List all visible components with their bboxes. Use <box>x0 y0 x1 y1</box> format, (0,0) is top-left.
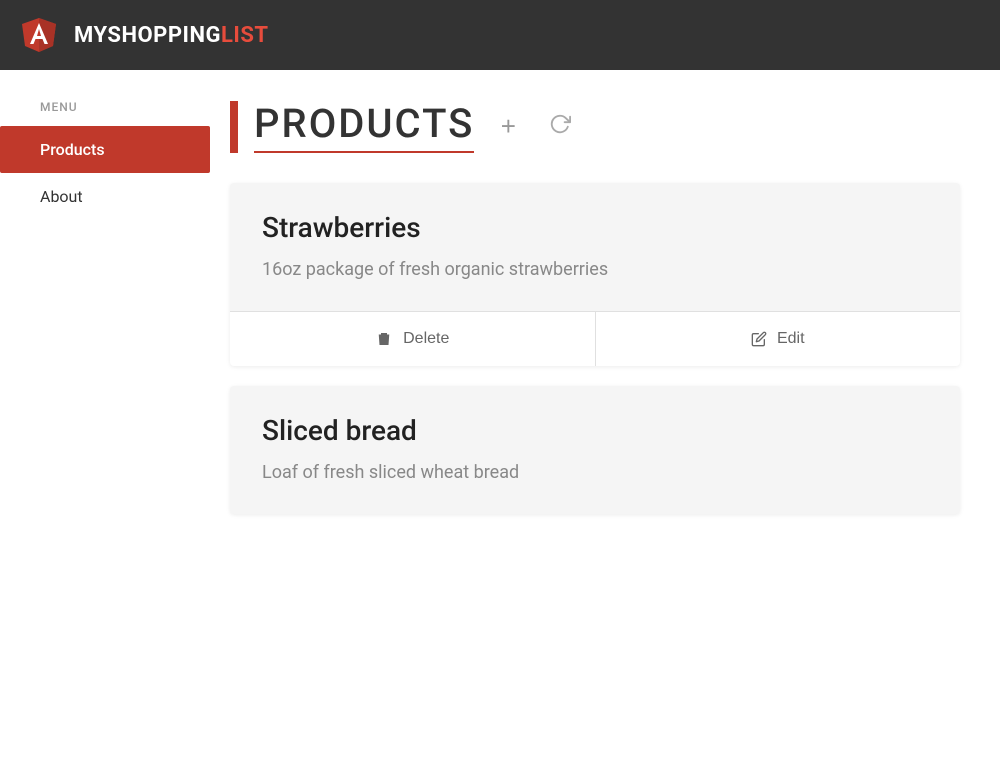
main-content: PRODUCTS + Strawberries 16oz package of … <box>210 70 1000 772</box>
product-name-2: Sliced bread <box>262 414 928 447</box>
add-icon: + <box>501 111 516 142</box>
product-card-actions-1: Delete Edit <box>230 311 960 366</box>
product-card-body-2: Sliced bread Loaf of fresh sliced wheat … <box>230 386 960 514</box>
edit-icon <box>751 331 767 347</box>
refresh-button[interactable] <box>542 109 578 145</box>
sidebar-item-about[interactable]: About <box>0 173 210 220</box>
edit-label-1: Edit <box>777 330 805 348</box>
sidebar-menu-label: MENU <box>0 100 210 126</box>
product-card-body-1: Strawberries 16oz package of fresh organ… <box>230 183 960 311</box>
sidebar-item-products[interactable]: Products <box>0 126 210 173</box>
delete-button-1[interactable]: Delete <box>230 312 596 366</box>
app-title: MYSHOPPINGLIST <box>74 23 269 48</box>
trash-icon <box>375 330 393 348</box>
app-logo <box>20 16 58 54</box>
add-product-button[interactable]: + <box>490 109 526 145</box>
angular-logo-icon <box>20 16 58 54</box>
product-description-2: Loaf of fresh sliced wheat bread <box>262 459 928 486</box>
page-title-bar: PRODUCTS <box>230 100 474 153</box>
product-card-1: Strawberries 16oz package of fresh organ… <box>230 183 960 366</box>
sidebar: MENU Products About <box>0 70 210 772</box>
product-name-1: Strawberries <box>262 211 928 244</box>
page-header: PRODUCTS + <box>230 100 960 153</box>
page-title: PRODUCTS <box>254 100 474 153</box>
edit-button-1[interactable]: Edit <box>596 312 961 366</box>
main-layout: MENU Products About PRODUCTS + <box>0 70 1000 772</box>
delete-label-1: Delete <box>403 330 449 348</box>
product-card-2: Sliced bread Loaf of fresh sliced wheat … <box>230 386 960 514</box>
app-header: MYSHOPPINGLIST <box>0 0 1000 70</box>
page-title-accent <box>230 101 238 153</box>
refresh-icon <box>549 113 571 141</box>
product-description-1: 16oz package of fresh organic strawberri… <box>262 256 928 283</box>
